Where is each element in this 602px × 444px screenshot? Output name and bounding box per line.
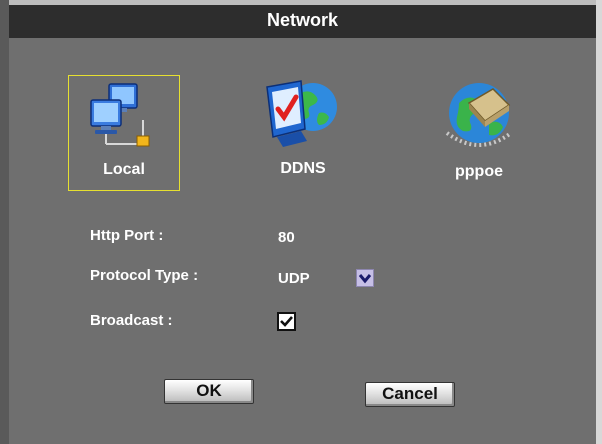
broadcast-label: Broadcast : bbox=[90, 312, 173, 329]
network-dialog: Network Local DDNS pppoe Http Port: 80 … bbox=[9, 5, 596, 444]
protocol-type-label: Protocol Type : bbox=[90, 267, 199, 284]
left-edge bbox=[0, 0, 9, 444]
local-network-icon bbox=[90, 83, 150, 147]
right-edge bbox=[596, 0, 602, 444]
nav-item-pppoe[interactable]: pppoe bbox=[439, 75, 519, 191]
cancel-button[interactable]: Cancel bbox=[365, 382, 455, 407]
nav-item-local[interactable]: Local bbox=[68, 75, 180, 191]
chevron-down-icon bbox=[358, 274, 372, 284]
nav-item-label: pppoe bbox=[455, 163, 503, 180]
nav-item-label: DDNS bbox=[280, 160, 326, 177]
checkmark-icon bbox=[280, 316, 293, 327]
broadcast-checkbox[interactable] bbox=[277, 312, 296, 331]
protocol-type-select[interactable]: UDP bbox=[278, 270, 310, 287]
http-port-value[interactable]: 80 bbox=[278, 229, 295, 246]
ddns-monitor-globe-icon bbox=[266, 80, 337, 147]
protocol-type-dropdown-button[interactable] bbox=[356, 269, 374, 287]
nav-item-label: Local bbox=[103, 161, 145, 178]
nav-item-ddns[interactable]: DDNS bbox=[251, 75, 355, 191]
pppoe-globe-modem-icon bbox=[445, 83, 513, 147]
ok-button[interactable]: OK bbox=[164, 379, 254, 404]
http-port-label: Http Port : bbox=[90, 227, 164, 244]
dialog-title: Network bbox=[9, 5, 596, 38]
